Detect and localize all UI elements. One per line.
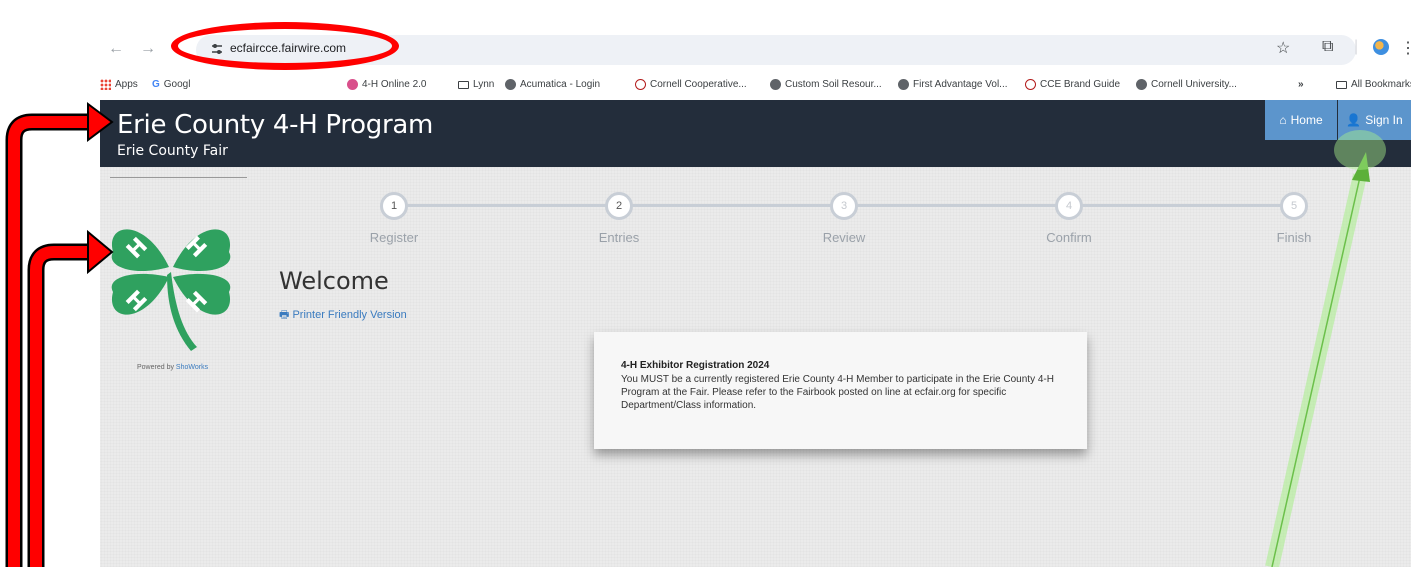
red-arrow-header	[5, 113, 90, 567]
red-arrow-header-head	[87, 102, 114, 142]
red-arrow-header-fill	[8, 116, 90, 567]
screenshot-root: ← → ecfaircce.fairwire.com ☆ ⧉ | ⋮ Apps …	[0, 0, 1411, 567]
annotation-overlay	[5, 102, 1386, 567]
red-arrow-logo	[27, 243, 90, 567]
green-arrow-core	[1271, 167, 1363, 567]
green-glow	[1334, 130, 1386, 170]
red-arrow-logo-head	[87, 229, 114, 275]
